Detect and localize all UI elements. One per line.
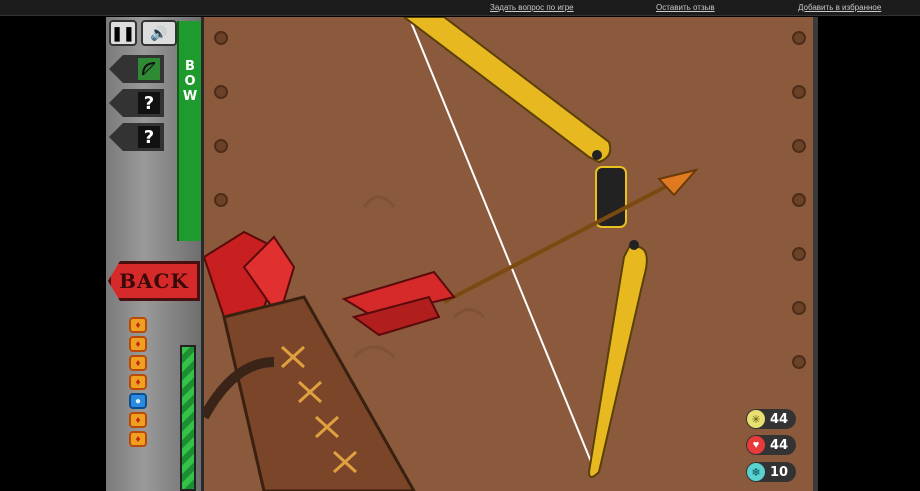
stat-health: ♥ 44 [746, 435, 796, 455]
pause-button[interactable]: ❚❚ [109, 20, 137, 46]
bow [402, 17, 648, 478]
sidebar: ❚❚ 🔊 ? ? B O W BACK ♦ ♦ ♦ ♦ ● ♦ ♦ [106, 17, 201, 491]
bow-scene [204, 17, 699, 491]
weapon-slot-locked-2[interactable]: ? [109, 123, 164, 151]
weapon-slot-locked-1[interactable]: ? [109, 89, 164, 117]
weapon-slot-label: ? [138, 126, 160, 148]
heart-icon: ♥ [747, 436, 765, 454]
weapon-tab-bow[interactable]: B O W [177, 21, 201, 241]
leave-review-link[interactable]: Оставить отзыв [656, 3, 715, 12]
back-button-label: BACK [119, 269, 189, 293]
stat-frost: ❄ 10 [746, 462, 796, 482]
life-fire-icon: ♦ [129, 317, 147, 333]
stat-attack-value: 44 [770, 411, 789, 427]
sound-button[interactable]: 🔊 [141, 20, 177, 46]
snowflake-icon: ❄ [747, 463, 765, 481]
life-water-icon: ● [129, 393, 147, 409]
stat-frost-value: 10 [770, 464, 789, 480]
stat-health-value: 44 [770, 437, 789, 453]
pause-icon: ❚❚ [111, 24, 135, 41]
back-button[interactable]: BACK [108, 261, 200, 301]
life-fire-icon: ♦ [129, 336, 147, 352]
ask-question-link[interactable]: Задать вопрос по игре [490, 3, 574, 12]
weapon-slot-label: ? [138, 92, 160, 114]
life-fire-icon: ♦ [129, 374, 147, 390]
quiver [204, 230, 416, 491]
wooden-board [201, 17, 813, 491]
weapon-slot-bow[interactable] [109, 55, 164, 83]
life-fire-icon: ♦ [129, 412, 147, 428]
tab-letter: O [184, 74, 196, 89]
game-area: ❚❚ 🔊 ? ? B O W BACK ♦ ♦ ♦ ♦ ● ♦ ♦ ✳ 44 ♥… [106, 17, 818, 491]
tab-letter: B [185, 59, 195, 74]
speaker-icon: 🔊 [150, 24, 168, 41]
top-bar: Задать вопрос по игре Оставить отзыв Доб… [0, 0, 920, 16]
sun-icon: ✳ [747, 410, 765, 428]
stat-attack: ✳ 44 [746, 409, 796, 429]
life-fire-icon: ♦ [129, 355, 147, 371]
tab-letter: W [182, 89, 198, 104]
life-fire-icon: ♦ [129, 431, 147, 447]
add-favorite-link[interactable]: Добавить в избранное [798, 3, 881, 12]
power-meter [180, 345, 196, 491]
bow-icon [138, 58, 160, 80]
